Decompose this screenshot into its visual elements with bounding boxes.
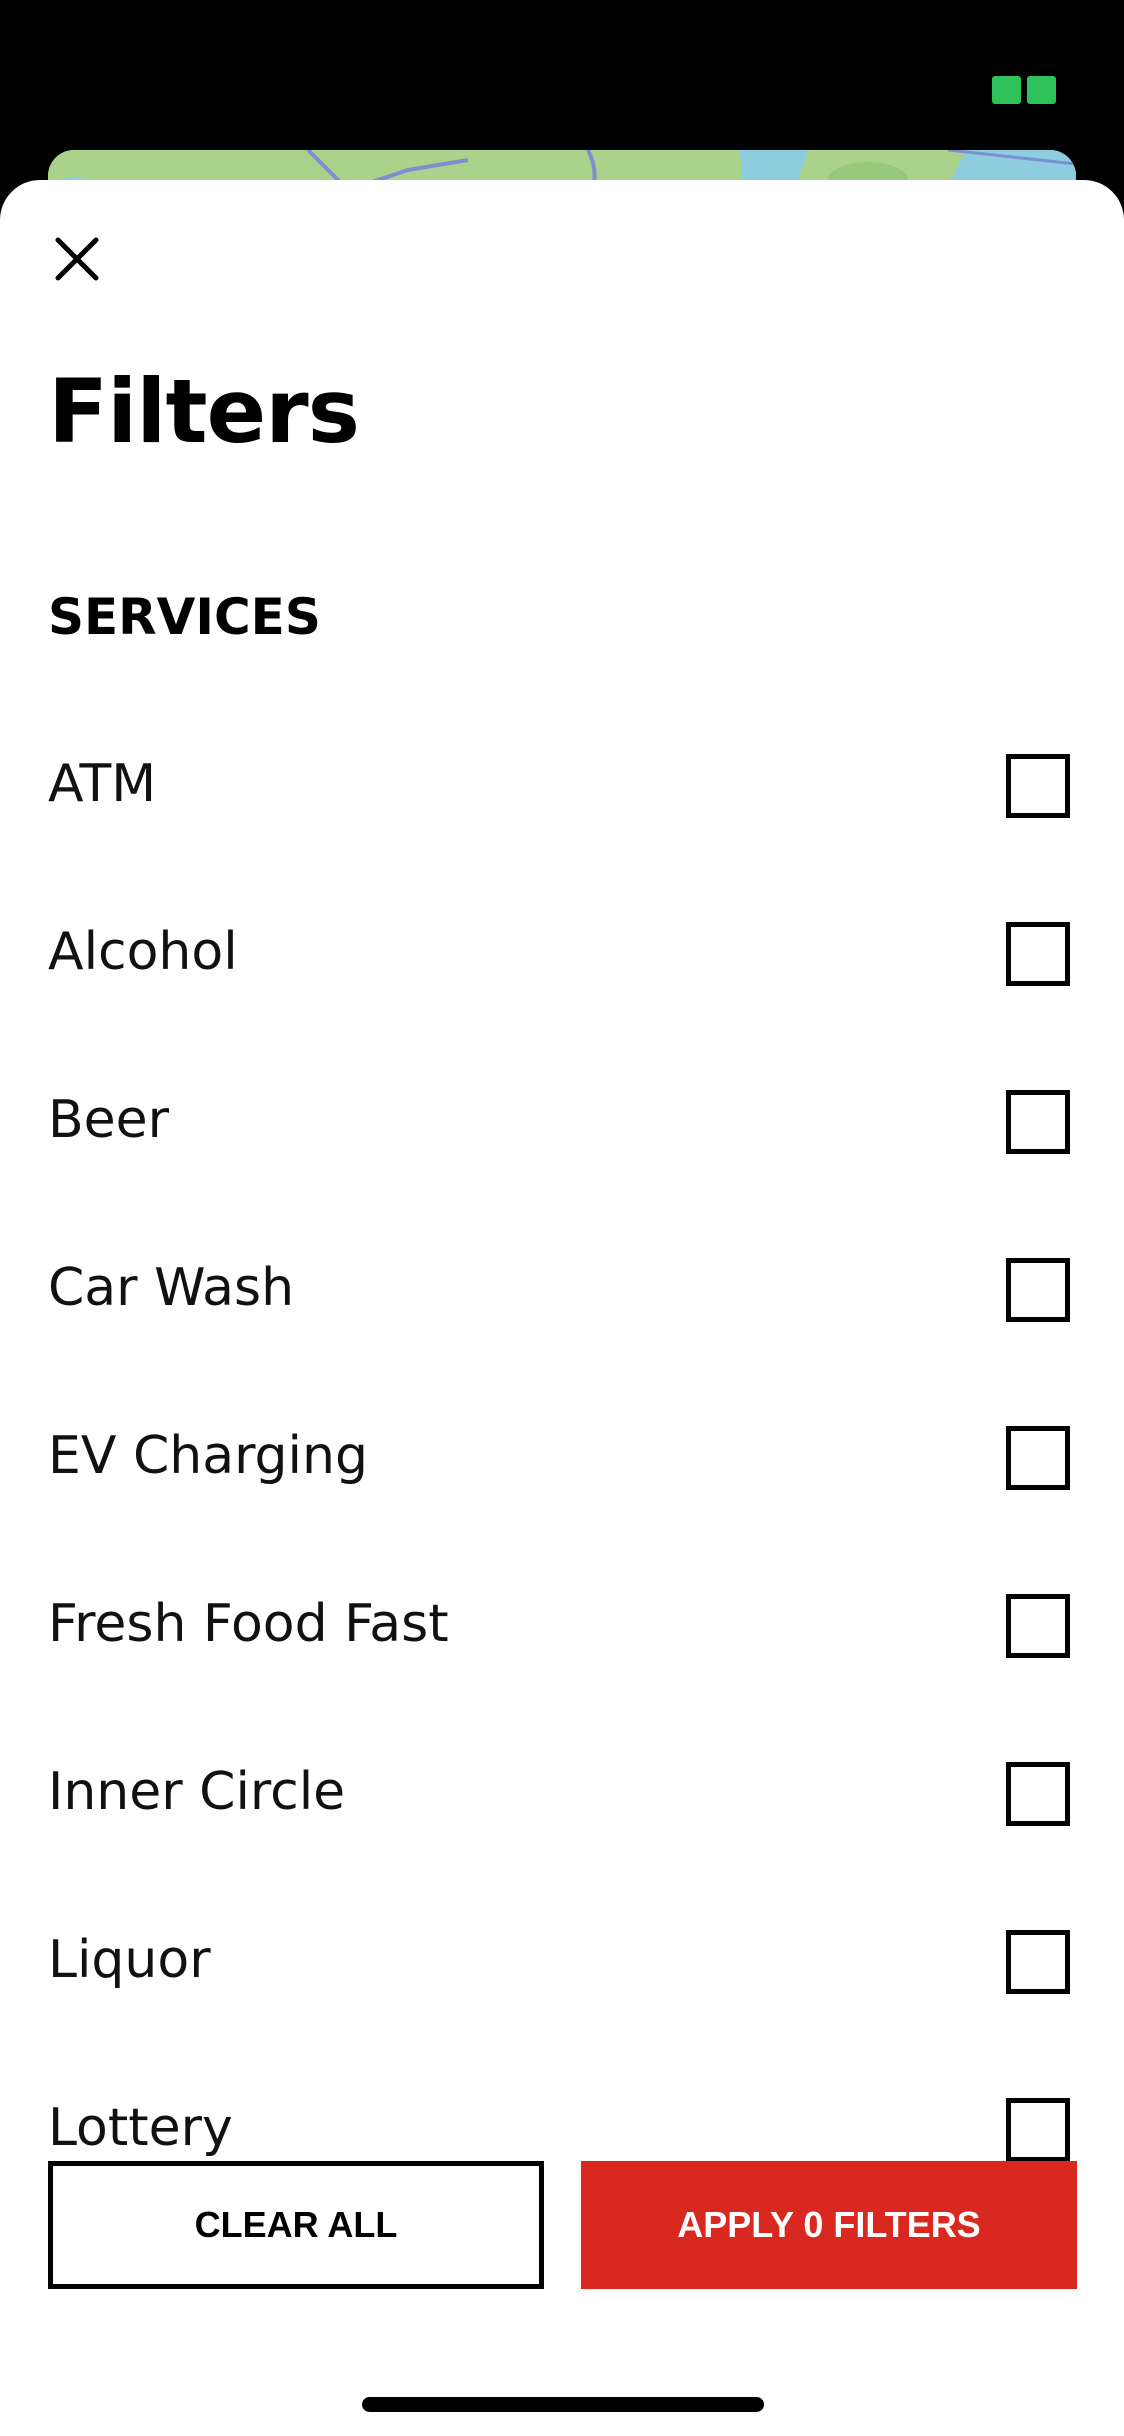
option-checkbox[interactable] [1006, 1762, 1070, 1826]
option-label: Inner Circle [48, 1762, 346, 1822]
option-label: Beer [48, 1090, 170, 1150]
option-checkbox[interactable] [1006, 1090, 1070, 1154]
option-checkbox[interactable] [1006, 1930, 1070, 1994]
option-checkbox[interactable] [1006, 1426, 1070, 1490]
clear-all-button[interactable]: CLEAR ALL [48, 2161, 544, 2289]
apply-filters-button[interactable]: APPLY 0 FILTERS [581, 2161, 1077, 2289]
status-indicator-icon [992, 76, 1056, 104]
close-button[interactable] [48, 230, 106, 288]
filter-option-beer[interactable]: Beer [0, 1036, 1124, 1204]
section-heading-services: SERVICES [48, 588, 321, 646]
option-label: Car Wash [48, 1258, 295, 1318]
filter-option-alcohol[interactable]: Alcohol [0, 868, 1124, 1036]
services-option-list: ATM Alcohol Beer Car Wash EV Charging Fr… [0, 700, 1124, 2212]
action-footer: CLEAR ALL APPLY 0 FILTERS [0, 2078, 1124, 2289]
filter-option-inner-circle[interactable]: Inner Circle [0, 1708, 1124, 1876]
filter-option-fresh-food-fast[interactable]: Fresh Food Fast [0, 1540, 1124, 1708]
option-label: Alcohol [48, 922, 238, 982]
status-bar [0, 0, 1124, 150]
option-checkbox[interactable] [1006, 754, 1070, 818]
option-label: Liquor [48, 1930, 211, 1990]
filter-option-liquor[interactable]: Liquor [0, 1876, 1124, 2044]
option-label: ATM [48, 754, 157, 814]
option-checkbox[interactable] [1006, 922, 1070, 986]
option-checkbox[interactable] [1006, 1594, 1070, 1658]
filter-option-atm[interactable]: ATM [0, 700, 1124, 868]
filter-option-car-wash[interactable]: Car Wash [0, 1204, 1124, 1372]
option-label: Fresh Food Fast [48, 1594, 449, 1654]
page-title: Filters [48, 360, 360, 463]
option-checkbox[interactable] [1006, 1258, 1070, 1322]
close-icon [55, 237, 99, 281]
option-label: EV Charging [48, 1426, 368, 1486]
filter-option-ev-charging[interactable]: EV Charging [0, 1372, 1124, 1540]
home-indicator[interactable] [362, 2397, 764, 2412]
